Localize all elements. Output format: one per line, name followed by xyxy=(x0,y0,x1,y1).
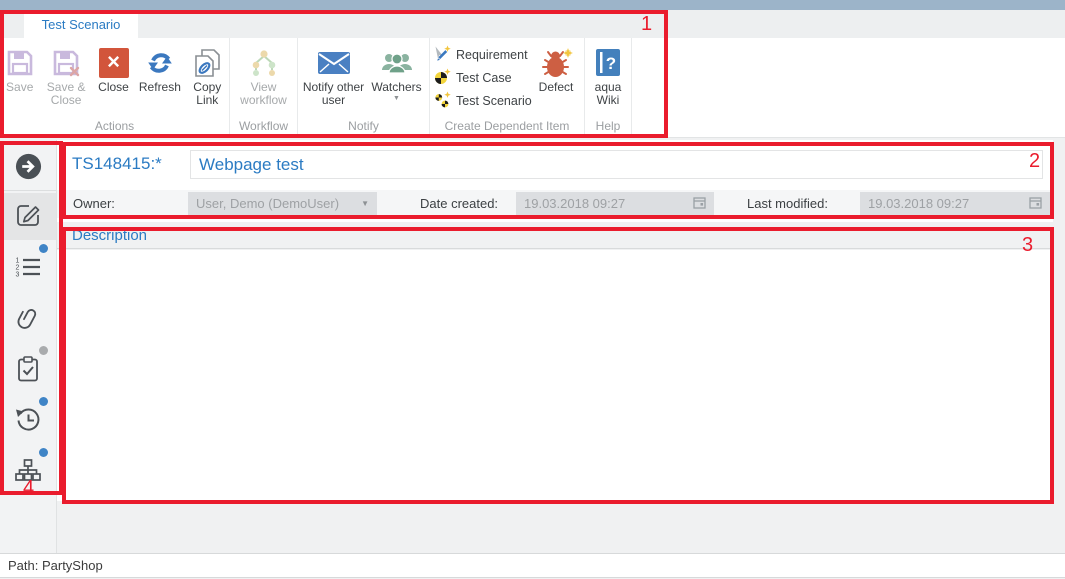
save-icon xyxy=(5,45,35,81)
view-workflow-button[interactable]: View workflow xyxy=(233,44,295,109)
hierarchy-icon xyxy=(14,457,42,490)
group-label-notify: Notify xyxy=(298,119,429,133)
date-created-field[interactable]: 19.03.2018 09:27 xyxy=(516,192,714,215)
group-label-create-dependent-item: Create Dependent Item xyxy=(430,119,584,133)
watchers-dropdown-caret-icon[interactable]: ▼ xyxy=(393,95,400,103)
path-text: Path: PartyShop xyxy=(8,558,103,573)
save-and-close-label: Save & Close xyxy=(42,81,89,108)
svg-text:?: ? xyxy=(606,54,616,73)
watchers-label: Watchers xyxy=(371,81,421,94)
app-window: Test Scenario Save xyxy=(0,0,1065,579)
save-and-close-button[interactable]: Save & Close xyxy=(41,44,90,109)
svg-text:2: 2 xyxy=(16,264,20,271)
copy-link-button[interactable]: Copy Link xyxy=(186,44,229,109)
create-test-case-button[interactable]: Test Case xyxy=(434,68,532,87)
refresh-icon xyxy=(145,45,175,81)
ribbon: Save Save & Close xyxy=(0,38,1065,138)
ribbon-group-actions: Save Save & Close xyxy=(0,38,230,137)
ribbon-group-help: ? aqua Wiki Help xyxy=(585,38,632,137)
fields-row: Owner: User, Demo (DemoUser) ▼ Date crea… xyxy=(57,190,1053,218)
title-input[interactable] xyxy=(190,150,1043,179)
notify-other-user-label: Notify other user xyxy=(303,81,365,108)
watchers-icon xyxy=(380,45,414,81)
defect-bug-icon xyxy=(538,45,574,81)
create-requirement-label: Requirement xyxy=(456,48,528,62)
arrow-right-circle-icon xyxy=(14,152,43,186)
edit-icon xyxy=(14,200,42,233)
paperclip-icon xyxy=(14,305,42,338)
description-editor[interactable] xyxy=(57,250,1053,501)
svg-text:1: 1 xyxy=(16,257,20,264)
sidebar-divider xyxy=(0,190,56,191)
group-label-workflow: Workflow xyxy=(230,119,297,133)
description-header: Description xyxy=(57,222,1053,249)
close-button[interactable]: × Close xyxy=(93,44,134,95)
wiki-book-icon: ? xyxy=(594,45,622,81)
calendar-icon xyxy=(693,196,706,212)
sidebar-item-dependencies[interactable] xyxy=(0,450,56,496)
save-button[interactable]: Save xyxy=(0,44,39,95)
copy-link-label: Copy Link xyxy=(187,81,228,108)
envelope-icon xyxy=(317,45,351,81)
last-modified-field[interactable]: 19.03.2018 09:27 xyxy=(860,192,1050,215)
description-title: Description xyxy=(72,227,147,244)
sidebar-item-checklist[interactable] xyxy=(0,348,56,394)
sidebar-item-steps[interactable]: 123 xyxy=(0,246,56,292)
notify-other-user-button[interactable]: Notify other user xyxy=(302,44,366,109)
create-test-scenario-label: Test Scenario xyxy=(456,94,532,108)
window-top-bar xyxy=(0,0,1065,10)
last-modified-label: Last modified: xyxy=(747,196,828,211)
sidebar-item-history[interactable] xyxy=(0,398,56,444)
close-label: Close xyxy=(98,81,129,94)
sidebar-collapse-button[interactable] xyxy=(0,146,56,192)
test-scenario-icon xyxy=(434,91,451,111)
sidebar-item-attachments[interactable] xyxy=(0,298,56,344)
watchers-button[interactable]: Watchers ▼ xyxy=(368,44,426,104)
copy-link-icon xyxy=(192,45,222,81)
requirement-icon xyxy=(434,45,451,65)
group-label-actions: Actions xyxy=(0,119,229,133)
status-bar: Path: PartyShop xyxy=(0,553,1065,578)
create-test-case-label: Test Case xyxy=(456,71,512,85)
workflow-icon xyxy=(248,45,280,81)
tab-test-scenario[interactable]: Test Scenario xyxy=(24,10,138,38)
refresh-label: Refresh xyxy=(139,81,181,94)
ribbon-group-notify: Notify other user xyxy=(298,38,430,137)
ribbon-group-workflow: View workflow Workflow xyxy=(230,38,298,137)
calendar-icon xyxy=(1029,196,1042,212)
view-workflow-label: View workflow xyxy=(234,81,294,108)
sidebar-item-edit[interactable] xyxy=(0,193,56,240)
numbered-list-icon: 123 xyxy=(14,253,42,286)
test-case-icon xyxy=(434,68,451,88)
save-label: Save xyxy=(6,81,33,94)
owner-dropdown[interactable]: User, Demo (DemoUser) ▼ xyxy=(188,192,377,215)
close-icon: × xyxy=(99,45,129,81)
sidebar: 123 xyxy=(0,140,57,553)
aqua-wiki-button[interactable]: ? aqua Wiki xyxy=(587,44,629,109)
owner-value: User, Demo (DemoUser) xyxy=(196,196,361,211)
owner-dropdown-caret-icon: ▼ xyxy=(361,199,369,208)
create-test-scenario-button[interactable]: Test Scenario xyxy=(434,91,532,110)
aqua-wiki-label: aqua Wiki xyxy=(588,81,628,108)
save-and-close-icon xyxy=(51,45,81,81)
ribbon-tab-row: Test Scenario xyxy=(0,10,1065,38)
svg-text:3: 3 xyxy=(16,271,20,278)
owner-label: Owner: xyxy=(73,196,115,211)
date-created-label: Date created: xyxy=(420,196,498,211)
create-requirement-button[interactable]: Requirement xyxy=(434,45,532,64)
clipboard-check-icon xyxy=(14,355,42,388)
refresh-button[interactable]: Refresh xyxy=(136,44,183,95)
last-modified-value: 19.03.2018 09:27 xyxy=(868,196,1029,211)
create-defect-button[interactable]: Defect xyxy=(530,44,582,95)
date-created-value: 19.03.2018 09:27 xyxy=(524,196,693,211)
group-label-help: Help xyxy=(585,119,631,133)
create-defect-label: Defect xyxy=(539,81,574,94)
item-id: TS148415:* xyxy=(72,154,162,174)
ribbon-group-create-dependent-item: Requirement Test Case xyxy=(430,38,585,137)
history-icon xyxy=(14,405,42,438)
